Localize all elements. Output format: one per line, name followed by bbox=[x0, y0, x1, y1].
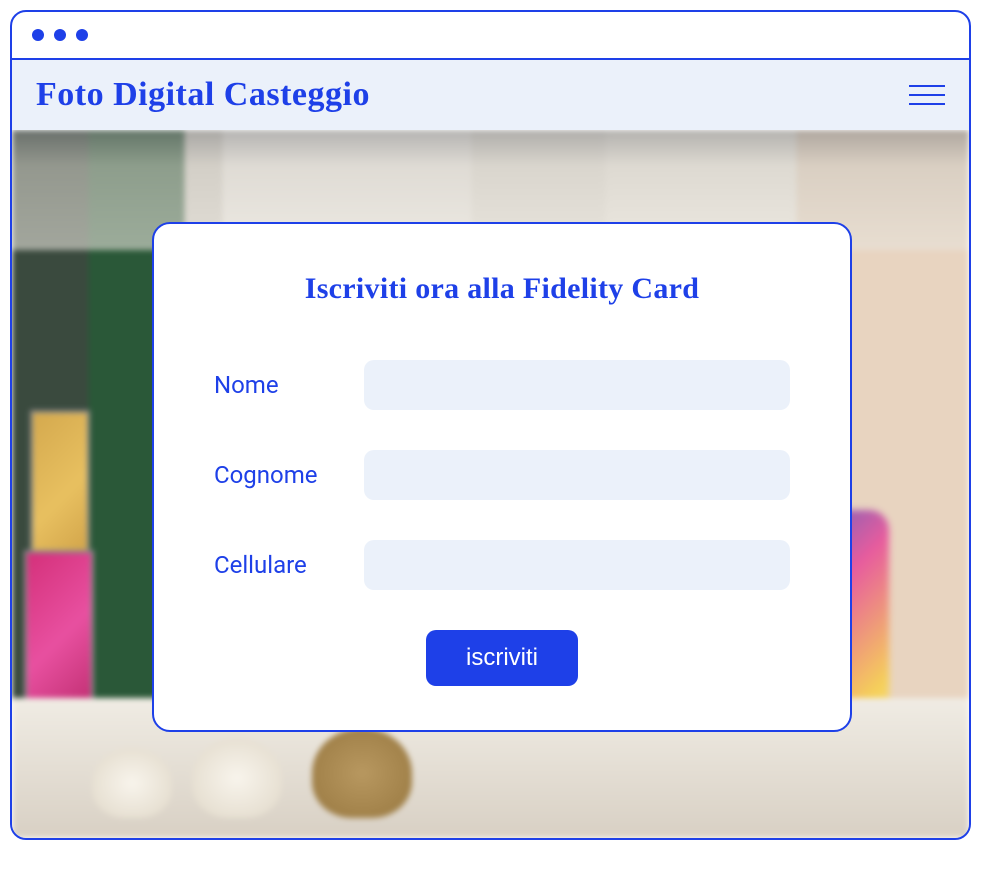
site-title: Foto Digital Casteggio bbox=[36, 76, 370, 114]
window-dot-2 bbox=[54, 29, 66, 41]
form-row-cognome: Cognome bbox=[214, 450, 790, 500]
fidelity-card-form: Iscriviti ora alla Fidelity Card Nome Co… bbox=[152, 222, 852, 732]
window-dot-1 bbox=[32, 29, 44, 41]
browser-chrome bbox=[12, 12, 969, 60]
cognome-input[interactable] bbox=[364, 450, 790, 500]
browser-window: Foto Digital Casteggio Iscriviti bbox=[10, 10, 971, 840]
window-dot-3 bbox=[76, 29, 88, 41]
form-title: Iscriviti ora alla Fidelity Card bbox=[214, 272, 790, 306]
site-header: Foto Digital Casteggio bbox=[12, 60, 969, 130]
form-row-nome: Nome bbox=[214, 360, 790, 410]
form-row-cellulare: Cellulare bbox=[214, 540, 790, 590]
content-area: Iscriviti ora alla Fidelity Card Nome Co… bbox=[12, 130, 969, 838]
iscriviti-button[interactable]: iscriviti bbox=[426, 630, 578, 686]
cellulare-input[interactable] bbox=[364, 540, 790, 590]
nome-label: Nome bbox=[214, 371, 364, 399]
submit-wrapper: iscriviti bbox=[214, 630, 790, 686]
hamburger-menu-icon[interactable] bbox=[909, 85, 945, 105]
nome-input[interactable] bbox=[364, 360, 790, 410]
cellulare-label: Cellulare bbox=[214, 551, 364, 579]
cognome-label: Cognome bbox=[214, 461, 364, 489]
